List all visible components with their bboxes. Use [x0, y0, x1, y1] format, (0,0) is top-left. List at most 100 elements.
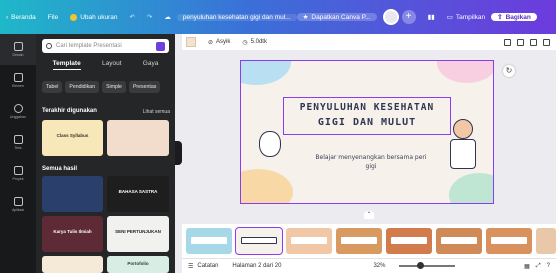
apps-icon	[13, 197, 23, 206]
redo-icon: ↷	[146, 14, 153, 21]
panel-collapse-handle[interactable]	[175, 141, 182, 165]
search-icon	[46, 43, 52, 49]
home-button[interactable]: ‹ Beranda	[0, 14, 42, 21]
background-color-swatch[interactable]	[186, 37, 196, 47]
template-thumb[interactable]	[42, 256, 103, 273]
page-thumb-selected[interactable]	[235, 227, 283, 255]
lock-icon[interactable]	[504, 38, 511, 46]
fullscreen-icon[interactable]: ⤢	[536, 263, 541, 270]
tab-style[interactable]: Gaya	[143, 60, 159, 70]
notes-button[interactable]: Catatan	[197, 263, 218, 269]
slide-subtitle[interactable]: Belajar menyenangkan bersama peri gigi	[311, 153, 431, 171]
share-button[interactable]: ⇧ Bagikan	[491, 13, 537, 21]
position-icon[interactable]	[517, 38, 524, 46]
chevron-up-icon[interactable]: ⌃	[364, 211, 374, 219]
tooth-character-icon	[259, 131, 281, 157]
resize-button[interactable]: Ubah ukuran	[64, 13, 123, 21]
see-all-link[interactable]: Lihat semua	[143, 109, 170, 115]
present-button[interactable]: ▭ Tampilkan	[441, 13, 491, 22]
rail-item-elements[interactable]: Elemen	[0, 65, 36, 96]
doctor-character-icon	[453, 119, 473, 139]
trash-icon[interactable]	[543, 38, 550, 46]
analytics-icon[interactable]: ▮▮	[422, 13, 441, 21]
tab-template[interactable]: Template	[52, 60, 81, 70]
rail-item-projects[interactable]: Proyek	[0, 158, 36, 189]
page-thumb[interactable]	[386, 228, 432, 254]
zoom-slider-knob[interactable]	[417, 262, 425, 269]
crown-icon	[70, 13, 78, 21]
notes-icon[interactable]: ☰	[188, 263, 193, 270]
top-bar: ‹ Beranda File Ubah ukuran ↶ ↷ ☁ penyulu…	[0, 0, 556, 34]
zoom-level[interactable]: 32%	[373, 263, 385, 269]
toolbar-actions	[504, 38, 556, 46]
search-input[interactable]: Cari template Presentasi	[42, 39, 169, 53]
slide-title[interactable]: PENYULUHAN KESEHATAN GIGI DAN MULUT	[283, 97, 451, 135]
rail-item-design[interactable]: Desain	[0, 34, 36, 65]
file-menu[interactable]: File	[42, 14, 64, 21]
recent-title: Terakhir digunakan	[42, 108, 97, 114]
present-icon: ▭	[446, 14, 453, 21]
page-thumb[interactable]	[536, 228, 556, 254]
page-thumb[interactable]	[336, 228, 382, 254]
template-thumb[interactable]	[107, 120, 169, 156]
panel-tabs: Template Layout Gaya	[42, 60, 169, 70]
page-filmstrip	[182, 224, 556, 258]
add-collaborator-button[interactable]: +	[401, 10, 416, 24]
slide-canvas[interactable]: PENYULUHAN KESEHATAN GIGI DAN MULUT Bela…	[240, 60, 494, 204]
template-thumb[interactable]: SENI PERTUNJUKAN	[107, 216, 169, 252]
chip-education[interactable]: Pendidikan	[65, 81, 100, 93]
doctor-coat	[450, 139, 476, 169]
chevron-left-icon: ‹	[6, 13, 9, 21]
layout-icon	[13, 42, 23, 51]
duration-button[interactable]: ◷ 5.0dtk	[242, 39, 267, 46]
template-thumb[interactable]: Class Syllabus	[42, 120, 103, 156]
template-thumb[interactable]: BAHASA SASTRA	[107, 176, 169, 212]
page-indicator[interactable]: Halaman 2 dari 20	[232, 263, 281, 269]
shapes-icon	[13, 73, 23, 82]
help-icon[interactable]: ?	[547, 263, 550, 269]
filter-chips: Tabel Pendidikan Simple Presentas	[42, 81, 172, 93]
upload-icon: ⇧	[497, 14, 503, 21]
rail-item-apps[interactable]: Aplikasi	[0, 189, 36, 220]
page-thumb[interactable]	[436, 228, 482, 254]
template-panel: Cari template Presentasi Template Layout…	[36, 34, 175, 273]
bottom-bar: ☰ Catatan Halaman 2 dari 20 32% ▦ ⤢ ?	[182, 258, 556, 273]
decor-blob	[241, 169, 293, 203]
undo-icon: ↶	[129, 14, 135, 21]
duplicate-icon[interactable]	[530, 38, 537, 46]
zoom-slider[interactable]	[399, 262, 456, 269]
redo-button[interactable]: ↷	[141, 13, 158, 21]
chip-simple[interactable]: Simple	[102, 81, 126, 93]
canvas-area: PENYULUHAN KESEHATAN GIGI DAN MULUT Bela…	[182, 50, 556, 224]
refresh-icon[interactable]: ↻	[503, 65, 515, 77]
template-thumb[interactable]	[42, 176, 103, 212]
avatar[interactable]	[382, 9, 399, 25]
undo-button[interactable]: ↶	[123, 13, 140, 21]
rail-item-text[interactable]: Teks	[0, 127, 36, 158]
page-thumb[interactable]	[286, 228, 332, 254]
cloud-sync-icon: ☁	[164, 14, 171, 21]
chip-table[interactable]: Tabel	[42, 81, 63, 93]
page-thumb[interactable]	[186, 228, 232, 254]
animate-icon: ⊘	[208, 39, 214, 46]
editor-toolbar: ⊘ Asyik ◷ 5.0dtk	[182, 34, 556, 50]
decor-blob	[437, 61, 493, 83]
tab-layout[interactable]: Layout	[102, 60, 122, 70]
template-thumb[interactable]: Portofolio	[107, 256, 169, 273]
text-icon	[13, 135, 23, 144]
get-pro-button[interactable]: ★ Dapatkan Canva P...	[296, 13, 377, 21]
page-thumb[interactable]	[486, 228, 532, 254]
clock-icon: ◷	[242, 39, 248, 46]
collaborators: +	[377, 9, 422, 25]
left-rail: Desain Elemen Unggahan Teks Proyek Aplik…	[0, 34, 36, 273]
template-thumb[interactable]: Karya Tulis Ilmiah	[42, 216, 103, 252]
document-title[interactable]: penyuluhan kesehatan gigi dan mul...	[176, 13, 297, 21]
all-results-title: Semua hasil	[42, 166, 78, 172]
decor-blob	[241, 61, 291, 85]
filter-icon[interactable]	[156, 41, 165, 51]
chip-presentation[interactable]: Presentas	[128, 81, 161, 93]
grid-view-icon[interactable]: ▦	[524, 263, 530, 270]
animate-button[interactable]: ⊘ Asyik	[208, 39, 230, 46]
decor-blob	[449, 173, 493, 203]
rail-item-uploads[interactable]: Unggahan	[0, 96, 36, 127]
